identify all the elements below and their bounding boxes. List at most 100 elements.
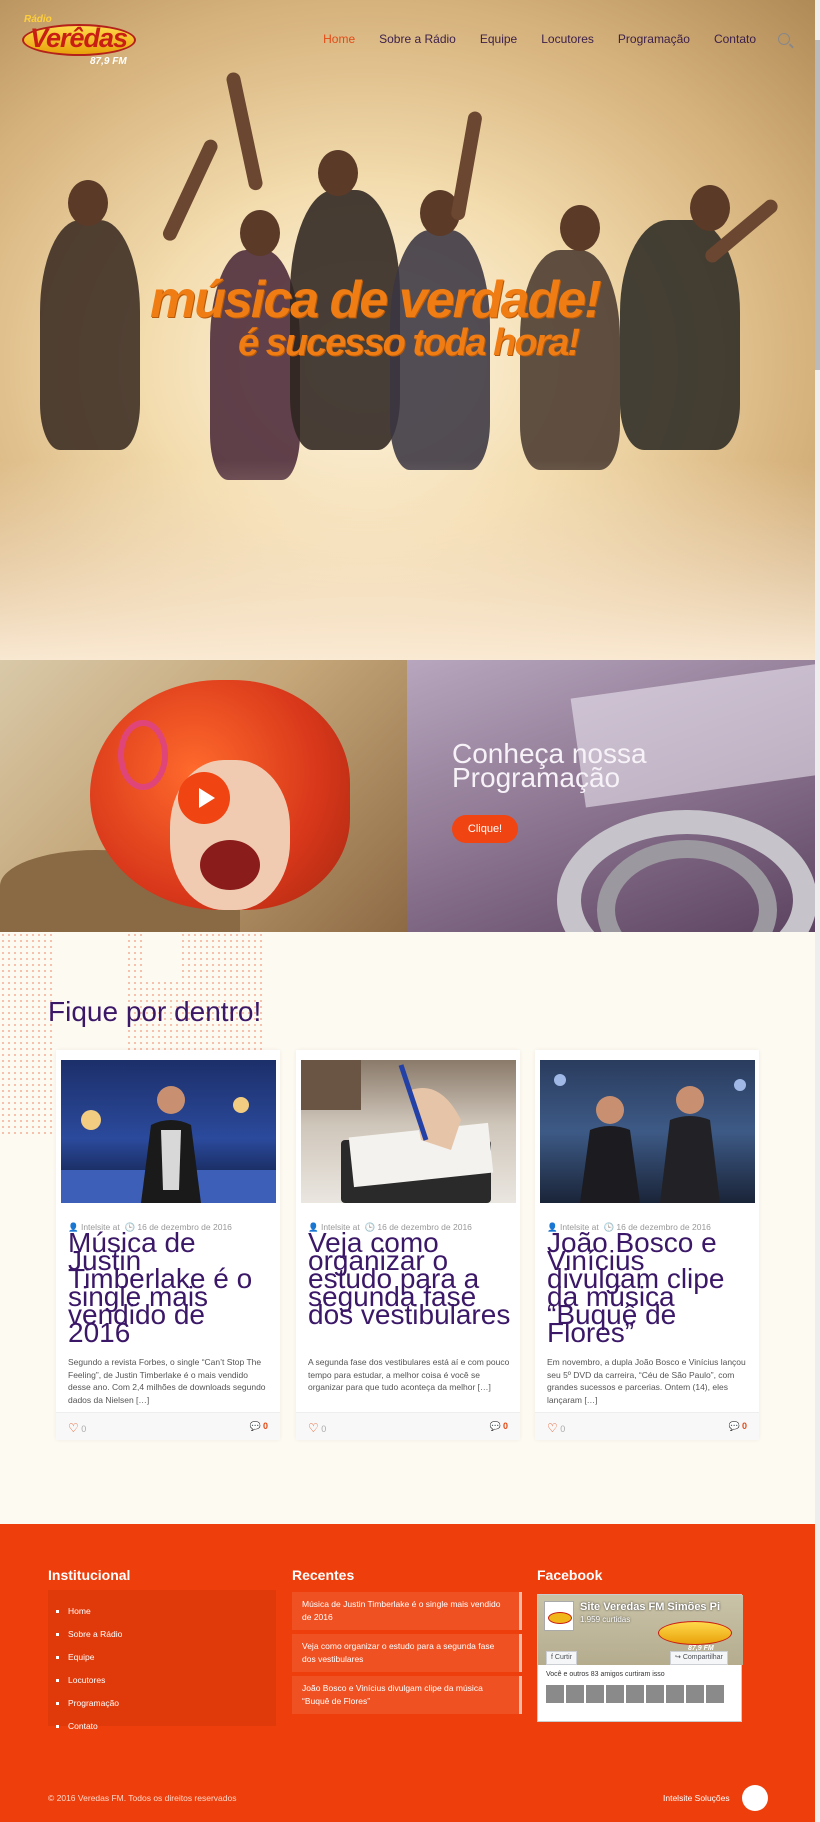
like-count: 0 bbox=[321, 1424, 327, 1434]
fb-friend-avatar[interactable] bbox=[606, 1685, 624, 1703]
site-logo[interactable]: Rádio Verêdas 87,9 FM bbox=[20, 14, 140, 70]
heart-icon: ♡ bbox=[547, 1421, 558, 1435]
hero-person-arm bbox=[225, 71, 264, 192]
like-count: 0 bbox=[560, 1424, 566, 1434]
news-card: 👤 Intelsite at 🕒 16 de dezembro de 2016 … bbox=[296, 1050, 520, 1440]
fb-brand-logo bbox=[658, 1621, 732, 1645]
news-card: 👤 Intelsite at 🕒 16 de dezembro de 2016 … bbox=[535, 1050, 759, 1440]
footer-recent-post[interactable]: Música de Justin Timberlake é o single m… bbox=[292, 1592, 522, 1630]
news-footer: ♡ 0 💬 0 bbox=[296, 1412, 520, 1440]
like-counter[interactable]: ♡ 0 bbox=[308, 1421, 326, 1435]
footer-link-programacao[interactable]: Programação bbox=[56, 1698, 119, 1708]
fb-friend-avatar[interactable] bbox=[626, 1685, 644, 1703]
news-card: 👤 Intelsite at 🕒 16 de dezembro de 2016 … bbox=[56, 1050, 280, 1440]
comment-count: 0 bbox=[502, 1421, 508, 1431]
like-count: 0 bbox=[81, 1424, 87, 1434]
news-footer: ♡ 0 💬 0 bbox=[535, 1412, 759, 1440]
footer-recent-post[interactable]: João Bosco e Vinícius divulgam clipe da … bbox=[292, 1676, 522, 1714]
comment-counter[interactable]: 💬 0 bbox=[729, 1421, 747, 1432]
books bbox=[301, 1060, 361, 1110]
fb-friend-avatar[interactable] bbox=[566, 1685, 584, 1703]
fb-like-count: 1.959 curtidas bbox=[580, 1615, 631, 1624]
nav-home[interactable]: Home bbox=[311, 32, 367, 46]
comment-count: 0 bbox=[262, 1421, 268, 1431]
hero-person-head bbox=[560, 205, 600, 251]
heart-icon: ♡ bbox=[308, 1421, 319, 1435]
hero-person bbox=[40, 220, 140, 450]
fb-friend-avatar[interactable] bbox=[586, 1685, 604, 1703]
news-title[interactable]: Veja como organizar o estudo para a segu… bbox=[308, 1229, 513, 1329]
banner-headphone bbox=[118, 720, 168, 790]
fb-like-button[interactable]: f Curtir bbox=[546, 1651, 578, 1665]
fb-share-button[interactable]: ↪ Compartilhar bbox=[670, 1651, 728, 1665]
main-nav: Home Sobre a Rádio Equipe Locutores Prog… bbox=[311, 32, 790, 46]
nav-programacao[interactable]: Programação bbox=[606, 32, 702, 46]
fb-friend-avatar[interactable] bbox=[706, 1685, 724, 1703]
singer-shirt bbox=[161, 1130, 181, 1190]
hero-slogan-line2: é sucesso toda hora! bbox=[238, 322, 580, 364]
news-image[interactable] bbox=[540, 1060, 755, 1203]
copyright: © 2016 Veredas FM. Todos os direitos res… bbox=[48, 1793, 237, 1803]
footer-menu: Home Sobre a Rádio Equipe Locutores Prog… bbox=[48, 1590, 276, 1731]
footer-recent-post[interactable]: Veja como organizar o estudo para a segu… bbox=[292, 1634, 522, 1672]
singer-body bbox=[660, 1116, 720, 1203]
footer-link-sobre[interactable]: Sobre a Rádio bbox=[56, 1629, 122, 1639]
share-icon: ↪ bbox=[675, 1654, 683, 1661]
fb-like-label: Curtir bbox=[554, 1654, 573, 1661]
hero-person-arm bbox=[160, 137, 220, 243]
nav-locutores[interactable]: Locutores bbox=[529, 32, 606, 46]
news-footer: ♡ 0 💬 0 bbox=[56, 1412, 280, 1440]
page-scrollbar-thumb[interactable] bbox=[815, 40, 820, 370]
comment-count: 0 bbox=[741, 1421, 747, 1431]
news-image-art bbox=[61, 1086, 276, 1203]
footer-link-contato[interactable]: Contato bbox=[56, 1721, 98, 1731]
fb-friend-faces bbox=[546, 1685, 724, 1703]
stage-light bbox=[554, 1074, 566, 1086]
logo-word: Verêdas bbox=[30, 23, 128, 53]
fb-friend-avatar[interactable] bbox=[646, 1685, 664, 1703]
clique-button[interactable]: Clique! bbox=[452, 815, 518, 843]
fb-friend-avatar[interactable] bbox=[686, 1685, 704, 1703]
play-icon[interactable] bbox=[178, 772, 230, 824]
like-counter[interactable]: ♡ 0 bbox=[68, 1421, 86, 1435]
comment-icon: 💬 bbox=[728, 1421, 740, 1431]
logo-frequency: 87,9 FM bbox=[90, 56, 127, 67]
fb-page-name[interactable]: Site Veredas FM Simões Pi bbox=[580, 1601, 720, 1613]
developer-credit[interactable]: Intelsite Soluções bbox=[663, 1793, 730, 1803]
fb-avatar[interactable] bbox=[544, 1601, 574, 1631]
hero-person-arm bbox=[450, 110, 483, 222]
stage-light bbox=[233, 1097, 249, 1113]
footer-link-home[interactable]: Home bbox=[56, 1606, 91, 1616]
singer-head bbox=[596, 1096, 624, 1124]
fb-friend-avatar[interactable] bbox=[666, 1685, 684, 1703]
news-title[interactable]: Música de Justin Timberlake é o single m… bbox=[68, 1229, 273, 1347]
news-excerpt: A segunda fase dos vestibulares está aí … bbox=[308, 1357, 510, 1392]
comment-icon: 💬 bbox=[489, 1421, 501, 1431]
footer-link-equipe[interactable]: Equipe bbox=[56, 1652, 94, 1662]
search-icon[interactable] bbox=[778, 33, 790, 45]
singer-head bbox=[676, 1086, 704, 1114]
hero-banner: música de verdade! é sucesso toda hora! bbox=[0, 0, 815, 660]
singer-head bbox=[157, 1086, 185, 1114]
comment-counter[interactable]: 💬 0 bbox=[250, 1421, 268, 1432]
nav-equipe[interactable]: Equipe bbox=[468, 32, 529, 46]
programacao-heading: Conheça nossa Programação bbox=[452, 738, 647, 793]
news-section-title: Fique por dentro! bbox=[48, 996, 262, 1027]
news-title[interactable]: João Bosco e Vinícius divulgam clipe da … bbox=[547, 1229, 752, 1347]
back-to-top-button[interactable] bbox=[742, 1785, 768, 1811]
like-counter[interactable]: ♡ 0 bbox=[547, 1421, 565, 1435]
facebook-widget: 87,9 FM Site Veredas FM Simões Pi 1.959 … bbox=[537, 1594, 743, 1722]
news-image[interactable] bbox=[301, 1060, 516, 1203]
hero-slogan-line1: música de verdade! bbox=[150, 271, 602, 329]
news-image-art bbox=[554, 1074, 746, 1203]
nav-sobre[interactable]: Sobre a Rádio bbox=[367, 32, 468, 46]
news-excerpt: Segundo a revista Forbes, o single “Can’… bbox=[68, 1357, 266, 1405]
nav-contato[interactable]: Contato bbox=[702, 32, 768, 46]
news-image[interactable] bbox=[61, 1060, 276, 1203]
news-image-art bbox=[301, 1060, 494, 1203]
fb-friend-avatar[interactable] bbox=[546, 1685, 564, 1703]
comment-counter[interactable]: 💬 0 bbox=[490, 1421, 508, 1432]
footer-link-locutores[interactable]: Locutores bbox=[56, 1675, 105, 1685]
news-excerpt: Em novembro, a dupla João Bosco e Viníci… bbox=[547, 1357, 746, 1405]
hero-person-head bbox=[240, 210, 280, 256]
